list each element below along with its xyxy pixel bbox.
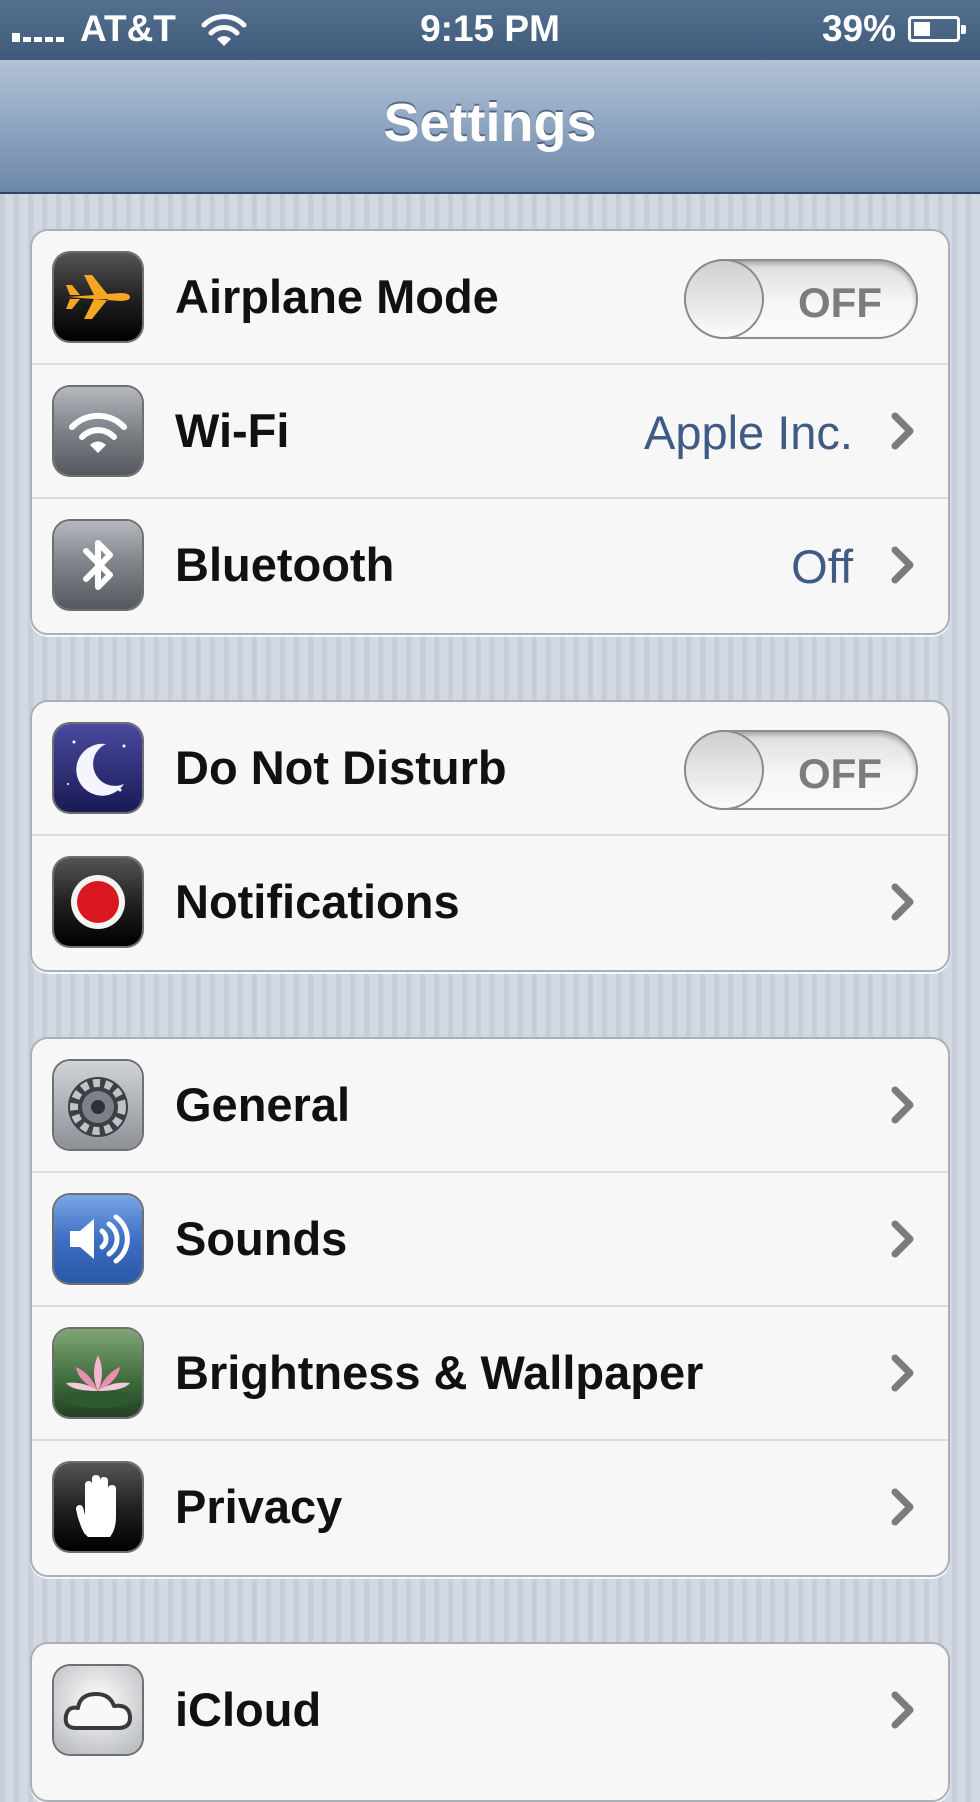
speaker-icon	[54, 1195, 142, 1283]
toggle-knob[interactable]	[684, 259, 764, 339]
row-label: iCloud	[175, 1683, 322, 1736]
toggle-state: OFF	[798, 279, 882, 326]
row-label: Privacy	[175, 1480, 343, 1533]
row-do-not-disturb[interactable]: Do Not Disturb OFF	[32, 702, 948, 836]
row-label: Bluetooth	[175, 538, 395, 591]
row-brightness-wallpaper[interactable]: Brightness & Wallpaper	[32, 1307, 948, 1441]
chevron-right-icon	[891, 1354, 914, 1392]
chevron-right-icon	[891, 883, 914, 921]
airplane-icon	[54, 253, 142, 341]
row-icloud[interactable]: iCloud	[32, 1644, 948, 1778]
row-sounds[interactable]: Sounds	[32, 1173, 948, 1307]
battery-percentage: 39%	[821, 8, 896, 49]
gear-icon	[54, 1061, 142, 1149]
page-title: Settings	[383, 93, 597, 153]
notifications-icon	[54, 858, 142, 946]
settings-group-alerts: Do Not Disturb OFF Notifications	[30, 700, 950, 972]
chevron-right-icon	[891, 1086, 914, 1124]
row-label: Wi-Fi	[175, 404, 290, 457]
navigation-bar: Settings	[0, 60, 980, 194]
chevron-right-icon	[891, 1220, 914, 1258]
row-label: Do Not Disturb	[175, 741, 507, 794]
row-privacy[interactable]: Privacy	[32, 1441, 948, 1575]
battery-fill	[914, 22, 930, 36]
airplane-mode-toggle[interactable]: OFF	[684, 259, 918, 339]
flower-icon	[54, 1329, 142, 1417]
row-label: General	[175, 1078, 351, 1131]
row-label: Airplane Mode	[175, 270, 499, 323]
row-label: Brightness & Wallpaper	[175, 1346, 704, 1399]
chevron-right-icon	[891, 412, 914, 450]
settings-group-connectivity: Airplane Mode OFF Wi-Fi Apple Inc. Bluet…	[30, 229, 950, 635]
settings-group-accounts: iCloud	[30, 1642, 950, 1802]
wifi-icon	[54, 387, 142, 475]
row-label: Notifications	[175, 875, 460, 928]
wifi-network-value: Apple Inc.	[643, 406, 853, 459]
moon-icon	[54, 724, 142, 812]
hand-icon	[54, 1463, 142, 1551]
row-bluetooth[interactable]: Bluetooth Off	[32, 499, 948, 633]
row-general[interactable]: General	[32, 1039, 948, 1173]
toggle-state: OFF	[798, 750, 882, 797]
row-wifi[interactable]: Wi-Fi Apple Inc.	[32, 365, 948, 499]
toggle-knob[interactable]	[684, 730, 764, 810]
bluetooth-icon	[54, 521, 142, 609]
chevron-right-icon	[891, 1488, 914, 1526]
row-label: Sounds	[175, 1212, 348, 1265]
row-airplane-mode[interactable]: Airplane Mode OFF	[32, 231, 948, 365]
battery-icon	[908, 16, 966, 42]
bluetooth-status-value: Off	[791, 540, 853, 593]
settings-group-device: General Sounds Brightness & Wallpaper Pr…	[30, 1037, 950, 1577]
status-bar: AT&T 9:15 PM 39%	[0, 0, 980, 60]
chevron-right-icon	[891, 1691, 914, 1729]
row-notifications[interactable]: Notifications	[32, 836, 948, 970]
do-not-disturb-toggle[interactable]: OFF	[684, 730, 918, 810]
cloud-icon	[54, 1666, 142, 1754]
chevron-right-icon	[891, 546, 914, 584]
